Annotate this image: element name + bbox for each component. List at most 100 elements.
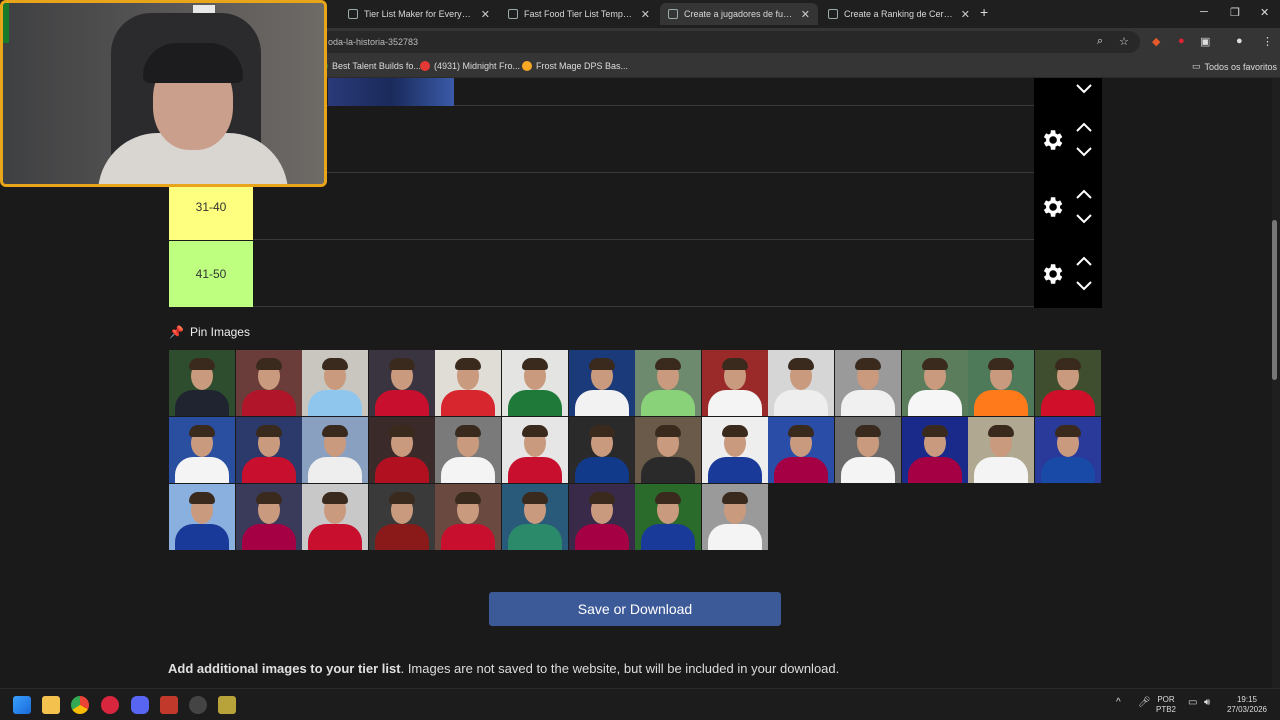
player-image[interactable] xyxy=(235,417,302,483)
all-favorites[interactable]: ▭ Todos os favoritos xyxy=(1192,61,1277,72)
opera-icon[interactable] xyxy=(101,696,119,714)
tab-close-icon[interactable]: ✕ xyxy=(641,8,650,21)
new-tab-icon[interactable]: + xyxy=(980,4,988,20)
bookmark-item[interactable]: Best Talent Builds fo... xyxy=(318,61,421,71)
player-image[interactable] xyxy=(169,350,235,416)
player-image[interactable] xyxy=(701,350,768,416)
obs-icon[interactable] xyxy=(189,696,207,714)
zoom-icon[interactable]: ⌕ xyxy=(1097,35,1103,48)
tab-fast-food[interactable]: Fast Food Tier List Templates - ✕ xyxy=(500,3,658,25)
player-image[interactable] xyxy=(502,484,568,550)
volume-icon[interactable]: 🔊︎ xyxy=(1204,698,1210,708)
player-image[interactable] xyxy=(235,484,302,550)
extension-icon[interactable]: ◆ xyxy=(1152,35,1160,48)
minimize-icon[interactable]: ─ xyxy=(1200,6,1208,18)
player-image[interactable] xyxy=(968,417,1035,483)
player-image[interactable] xyxy=(435,484,502,550)
chevron-up-icon[interactable] xyxy=(1074,254,1094,268)
pin-images-toggle[interactable]: 📌 Pin Images xyxy=(169,325,250,339)
restore-icon[interactable]: ❐ xyxy=(1230,6,1240,19)
microphone-icon[interactable]: 🎤︎ xyxy=(1138,698,1151,708)
tab-jugadores-active[interactable]: Create a jugadores de futbol de ✕ xyxy=(660,3,818,25)
bookmark-item[interactable]: Frost Mage DPS Bas... xyxy=(522,61,628,71)
tab-close-icon[interactable]: ✕ xyxy=(481,8,490,21)
player-image[interactable] xyxy=(169,484,235,550)
player-hair xyxy=(721,425,748,437)
app-icon[interactable] xyxy=(160,696,178,714)
profile-avatar-icon[interactable]: ● xyxy=(1236,35,1243,47)
gear-icon[interactable] xyxy=(1039,127,1065,153)
player-image[interactable] xyxy=(502,417,568,483)
chevron-down-icon[interactable] xyxy=(1074,279,1094,293)
tier-label[interactable]: 41-50 xyxy=(169,241,253,307)
player-image[interactable] xyxy=(568,417,635,483)
windows-start-icon[interactable] xyxy=(13,696,31,714)
tab-tier-list-maker[interactable]: Tier List Maker for Everything - ✕ xyxy=(340,3,498,25)
player-image[interactable] xyxy=(901,417,968,483)
player-shirt xyxy=(641,524,696,550)
gear-icon[interactable] xyxy=(1039,194,1065,220)
chevron-up-icon[interactable] xyxy=(1074,120,1094,134)
player-image[interactable] xyxy=(302,350,369,416)
player-hair xyxy=(1054,358,1081,370)
language-indicator[interactable]: POR PTB2 xyxy=(1156,695,1176,715)
player-shirt xyxy=(574,524,629,550)
save-download-button[interactable]: Save or Download xyxy=(489,592,781,626)
scrollbar-thumb[interactable] xyxy=(1272,220,1277,380)
chevron-down-icon[interactable] xyxy=(1074,212,1094,226)
network-icon[interactable]: ▭ xyxy=(1188,698,1197,708)
player-image[interactable] xyxy=(568,484,635,550)
tab-close-icon[interactable]: ✕ xyxy=(801,8,810,21)
discord-icon[interactable] xyxy=(131,696,149,714)
player-image[interactable] xyxy=(368,350,435,416)
tab-ranking-cerveja[interactable]: Create a Ranking de Cerveja Co ✕ xyxy=(820,3,978,25)
player-image[interactable] xyxy=(169,417,235,483)
chevron-down-icon[interactable] xyxy=(1074,145,1094,159)
player-image[interactable] xyxy=(901,350,968,416)
player-image[interactable] xyxy=(302,417,369,483)
tab-close-icon[interactable]: ✕ xyxy=(961,8,970,21)
bookmark-star-icon[interactable]: ☆ xyxy=(1119,35,1129,48)
player-image[interactable] xyxy=(1034,350,1101,416)
player-image[interactable] xyxy=(1034,417,1101,483)
player-image[interactable] xyxy=(368,417,435,483)
close-window-icon[interactable]: ✕ xyxy=(1260,6,1269,19)
player-image[interactable] xyxy=(835,417,901,483)
bookmark-favicon-icon xyxy=(522,61,532,71)
player-image[interactable] xyxy=(568,350,635,416)
player-hair xyxy=(255,492,282,504)
page-scrollbar[interactable] xyxy=(1272,78,1280,688)
player-image[interactable] xyxy=(502,350,568,416)
clock[interactable]: 19:15 27/03/2026 xyxy=(1222,695,1272,715)
player-image[interactable] xyxy=(635,484,702,550)
player-image[interactable] xyxy=(435,350,502,416)
player-image[interactable] xyxy=(302,484,369,550)
player-shirt xyxy=(974,457,1029,483)
bookmark-item[interactable]: (4931) Midnight Fro... xyxy=(420,61,520,71)
chevron-down-icon[interactable] xyxy=(1074,82,1094,96)
player-image[interactable] xyxy=(768,417,835,483)
chrome-icon[interactable] xyxy=(71,696,89,714)
tier-image-strip[interactable] xyxy=(328,78,454,106)
player-image[interactable] xyxy=(368,484,435,550)
player-image[interactable] xyxy=(968,350,1035,416)
tray-chevron-icon[interactable]: ^ xyxy=(1116,698,1121,708)
player-image[interactable] xyxy=(701,484,768,550)
player-image[interactable] xyxy=(835,350,901,416)
menu-kebab-icon[interactable]: ⋮ xyxy=(1262,35,1273,48)
player-image[interactable] xyxy=(435,417,502,483)
chevron-up-icon[interactable] xyxy=(1074,187,1094,201)
player-image[interactable] xyxy=(635,417,702,483)
game-icon[interactable] xyxy=(218,696,236,714)
clock-time: 19:15 xyxy=(1236,695,1258,704)
player-image[interactable] xyxy=(768,350,835,416)
extensions-puzzle-icon[interactable]: ▣ xyxy=(1200,35,1210,48)
player-shirt xyxy=(508,457,562,483)
file-explorer-icon[interactable] xyxy=(42,696,60,714)
player-image[interactable] xyxy=(701,417,768,483)
gear-icon[interactable] xyxy=(1039,261,1065,287)
player-image[interactable] xyxy=(235,350,302,416)
extension-badge-icon[interactable]: ● xyxy=(1178,35,1185,47)
player-image[interactable] xyxy=(635,350,702,416)
address-input[interactable]: oda-la-historia-352783 xyxy=(320,31,1140,53)
